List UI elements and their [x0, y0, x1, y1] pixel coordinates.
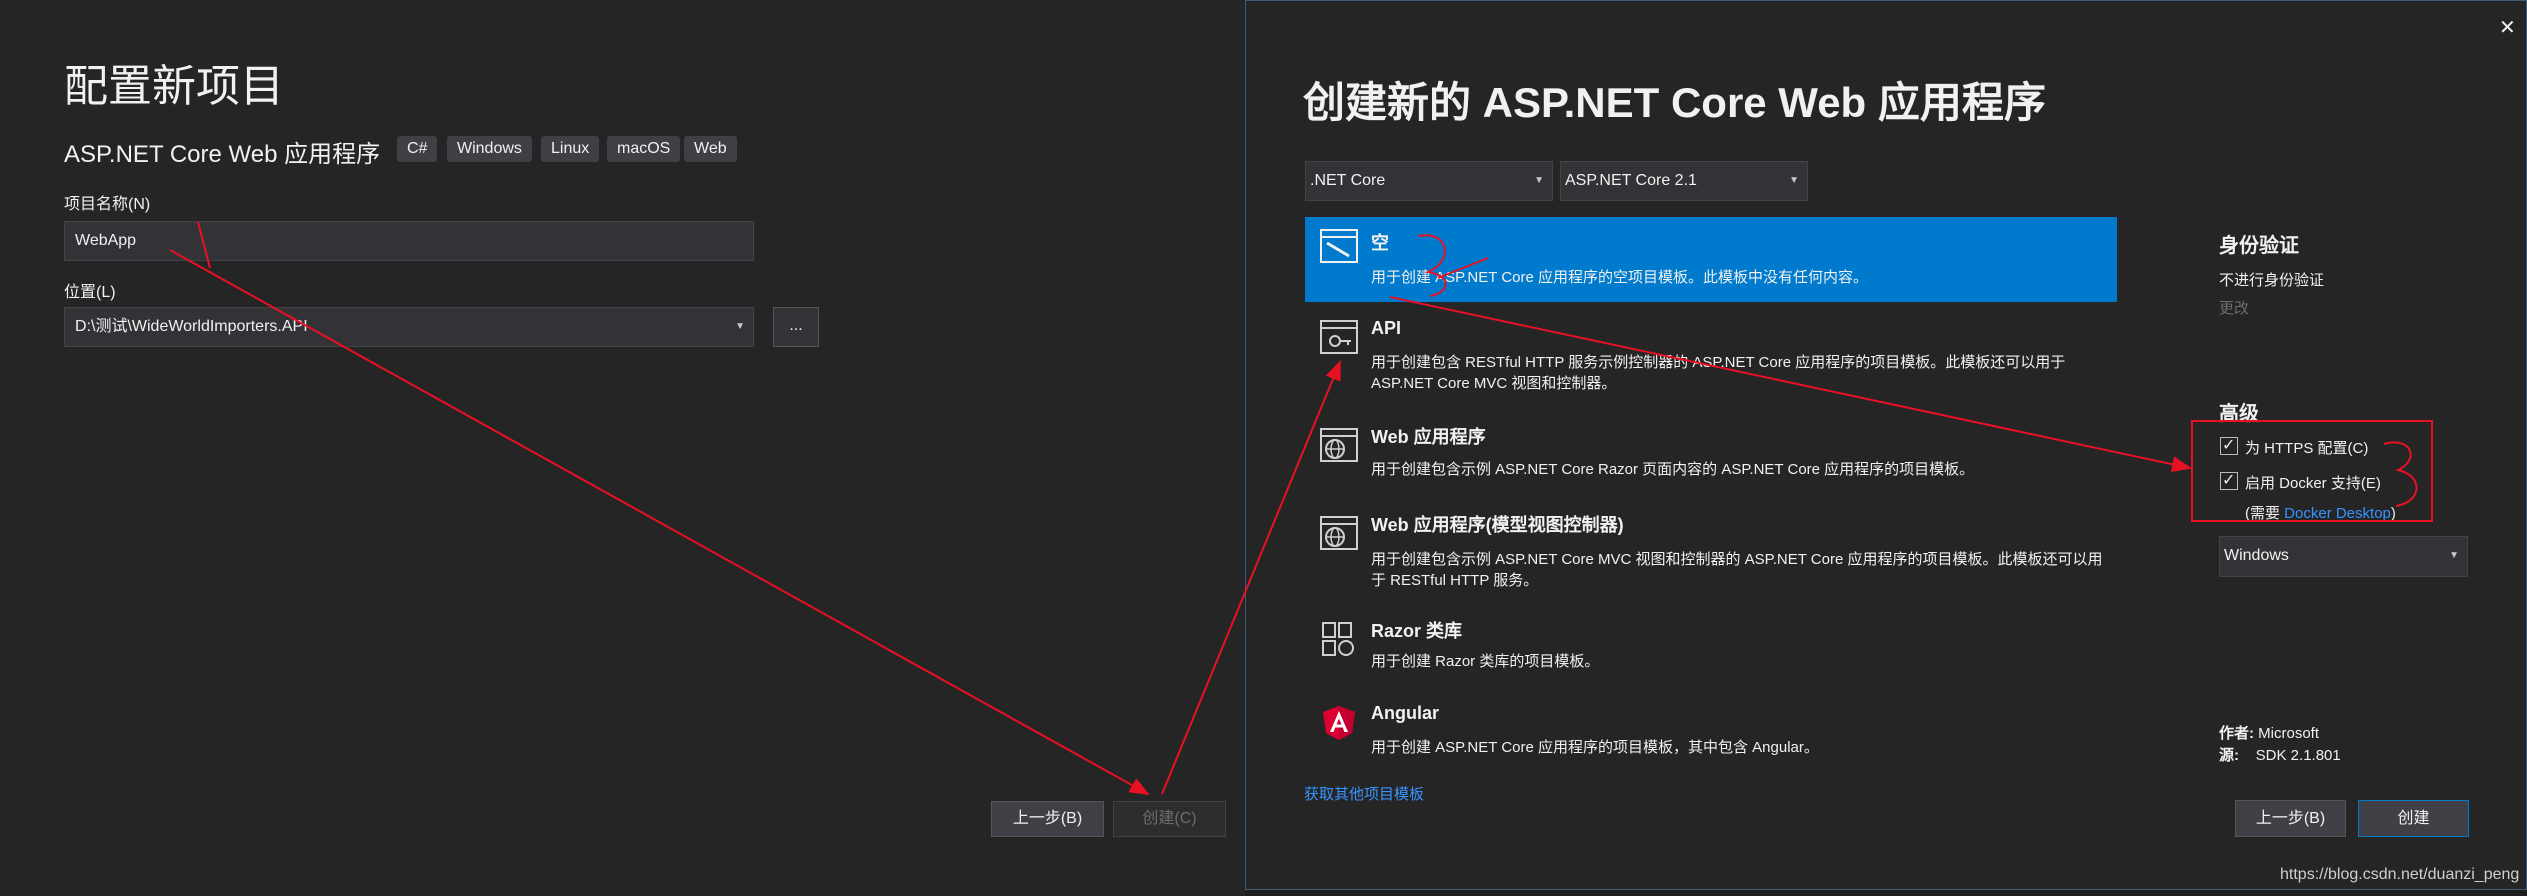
template-desc: 用于创建 ASP.NET Core 应用程序的空项目模板。此模板中没有任何内容。	[1371, 269, 1868, 286]
template-item-razor-library[interactable]: Razor 类库 用于创建 Razor 类库的项目模板。	[1305, 613, 2117, 693]
template-desc: 用于创建包含示例 ASP.NET Core MVC 视图和控制器的 ASP.NE…	[1371, 551, 2103, 589]
location-value: D:\测试\WideWorldImporters.API	[75, 318, 308, 335]
project-name-input[interactable]: WebApp	[64, 221, 754, 261]
browse-button[interactable]: ...	[773, 307, 819, 347]
api-template-icon	[1320, 320, 1358, 354]
author-info: 作者: Microsoft	[2219, 725, 2320, 742]
source-info: 源: SDK 2.1.801	[2219, 747, 2341, 764]
page-title: 配置新项目	[64, 62, 284, 111]
back-button[interactable]: 上一步(B)	[991, 801, 1104, 837]
razor-library-icon	[1322, 622, 1354, 656]
docker-note: (需要 Docker Desktop)	[2245, 505, 2396, 522]
watermark: https://blog.csdn.net/duanzi_peng	[2280, 866, 2520, 883]
version-value: ASP.NET Core 2.1	[1565, 172, 1697, 189]
framework-dropdown[interactable]: .NET Core ▼	[1305, 161, 1553, 201]
auth-heading: 身份验证	[2219, 235, 2299, 257]
project-name-label: 项目名称(N)	[64, 196, 151, 213]
template-desc: 用于创建 Razor 类库的项目模板。	[1371, 653, 1600, 670]
create-button-disabled[interactable]: 创建(C)	[1113, 801, 1226, 837]
tag-windows: Windows	[447, 136, 532, 162]
tag-csharp: C#	[397, 136, 438, 162]
chevron-down-icon: ▼	[2449, 550, 2459, 561]
tag-macos: macOS	[607, 136, 681, 162]
template-name: 空	[1371, 233, 1389, 253]
dialog-title: 创建新的 ASP.NET Core Web 应用程序	[1303, 79, 2046, 126]
location-dropdown[interactable]: D:\测试\WideWorldImporters.API ▼	[64, 307, 754, 347]
docker-checkbox[interactable]	[2220, 470, 2238, 490]
angular-icon	[1323, 706, 1355, 740]
template-name: ASP.NET Core Web 应用程序	[64, 141, 381, 168]
template-name: Angular	[1371, 703, 1440, 723]
version-dropdown[interactable]: ASP.NET Core 2.1 ▼	[1560, 161, 1808, 201]
template-name: API	[1371, 318, 1402, 338]
docker-os-dropdown[interactable]: Windows ▼	[2219, 536, 2468, 577]
dialog-back-button[interactable]: 上一步(B)	[2235, 800, 2346, 837]
docker-os-value: Windows	[2224, 547, 2289, 564]
advanced-heading: 高级	[2219, 403, 2259, 425]
framework-value: .NET Core	[1310, 172, 1386, 189]
template-list: 空 用于创建 ASP.NET Core 应用程序的空项目模板。此模板中没有任何内…	[1305, 217, 2168, 761]
template-name: Razor 类库	[1371, 621, 1463, 641]
mvc-template-icon	[1320, 516, 1358, 550]
https-checkbox[interactable]	[2220, 435, 2238, 455]
template-item-mvc[interactable]: Web 应用程序(模型视图控制器) 用于创建包含示例 ASP.NET Core …	[1305, 507, 2117, 607]
chevron-down-icon: ▼	[1789, 175, 1799, 186]
auth-change-link[interactable]: 更改	[2219, 297, 2249, 318]
template-name: Web 应用程序(模型视图控制器)	[1371, 515, 1624, 535]
empty-template-icon	[1320, 229, 1358, 263]
docker-desktop-link[interactable]: Docker Desktop	[2284, 505, 2391, 522]
chevron-down-icon: ▼	[1534, 175, 1544, 186]
template-desc: 用于创建 ASP.NET Core 应用程序的项目模板，其中包含 Angular…	[1371, 739, 1819, 756]
tag-linux: Linux	[541, 136, 600, 162]
template-desc: 用于创建包含示例 ASP.NET Core Razor 页面内容的 ASP.NE…	[1371, 461, 1975, 478]
location-label: 位置(L)	[64, 284, 116, 301]
template-item-web-app[interactable]: Web 应用程序 用于创建包含示例 ASP.NET Core Razor 页面内…	[1305, 417, 2117, 497]
configure-project-page: 配置新项目 ASP.NET Core Web 应用程序 C# Windows L…	[0, 0, 1245, 896]
chevron-down-icon: ▼	[735, 321, 745, 332]
template-item-empty[interactable]: 空 用于创建 ASP.NET Core 应用程序的空项目模板。此模板中没有任何内…	[1305, 217, 2117, 302]
web-app-template-icon	[1320, 428, 1358, 462]
tag-web: Web	[684, 136, 737, 162]
template-desc: 用于创建包含 RESTful HTTP 服务示例控制器的 ASP.NET Cor…	[1371, 354, 2066, 392]
docker-label: 启用 Docker 支持(E)	[2245, 475, 2381, 492]
template-item-angular[interactable]: Angular 用于创建 ASP.NET Core 应用程序的项目模板，其中包含…	[1305, 699, 2117, 761]
close-icon[interactable]: ✕	[2499, 15, 2516, 40]
https-label: 为 HTTPS 配置(C)	[2245, 440, 2369, 457]
more-templates-link[interactable]: 获取其他项目模板	[1304, 783, 1424, 804]
dialog-create-button[interactable]: 创建	[2358, 800, 2469, 837]
create-aspnet-dialog: ✕ 创建新的 ASP.NET Core Web 应用程序 .NET Core ▼…	[1245, 0, 2527, 890]
template-item-api[interactable]: API 用于创建包含 RESTful HTTP 服务示例控制器的 ASP.NET…	[1305, 306, 2117, 406]
template-name: Web 应用程序	[1371, 427, 1486, 447]
auth-value: 不进行身份验证	[2219, 272, 2325, 289]
